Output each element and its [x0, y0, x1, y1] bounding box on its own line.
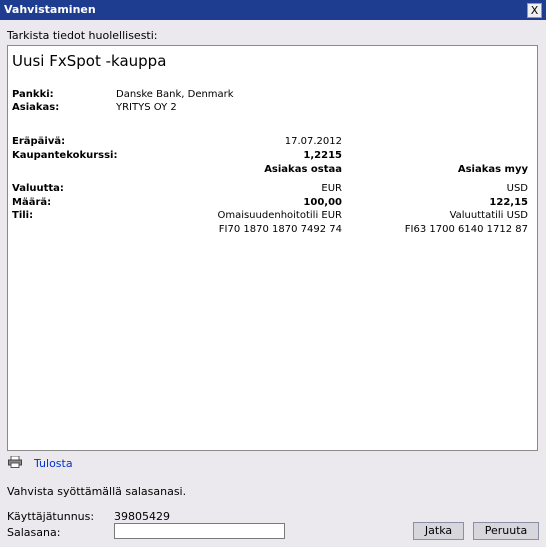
bank-value: Danske Bank, Denmark [116, 89, 234, 100]
buy-amount: 100,00 [303, 197, 342, 208]
sell-currency: USD [506, 183, 528, 194]
due-date-value: 17.07.2012 [284, 136, 342, 147]
buy-currency: EUR [321, 183, 342, 194]
customer-label: Asiakas: [12, 102, 60, 113]
confirm-text: Vahvista syöttämällä salasanasi. [7, 485, 187, 498]
amount-label: Määrä: [12, 197, 52, 208]
username-value: 39805429 [114, 510, 170, 523]
window-title: Vahvistaminen [4, 3, 96, 16]
account-label: Tili: [12, 210, 34, 221]
rate-value: 1,2215 [303, 150, 342, 161]
title-bar: Vahvistaminen X [0, 0, 546, 20]
close-button[interactable]: X [527, 3, 542, 18]
buy-column-header: Asiakas ostaa [264, 164, 342, 175]
buy-account-name: Omaisuudenhoitotili EUR [217, 210, 342, 221]
password-input[interactable] [114, 523, 285, 539]
cancel-button[interactable]: Peruuta [473, 522, 539, 540]
currency-label: Valuutta: [12, 183, 64, 194]
close-icon: X [530, 4, 539, 17]
trade-details-panel: Uusi FxSpot -kauppa Pankki: Danske Bank,… [7, 45, 538, 451]
printer-icon[interactable] [8, 456, 22, 468]
sell-account-name: Valuuttatili USD [449, 210, 528, 221]
username-label: Käyttäjätunnus: [7, 510, 95, 523]
sell-column-header: Asiakas myy [457, 164, 528, 175]
trade-heading: Uusi FxSpot -kauppa [12, 52, 167, 70]
instruction-text: Tarkista tiedot huolellisesti: [7, 29, 158, 42]
print-link[interactable]: Tulosta [34, 457, 73, 470]
customer-value: YRITYS OY 2 [116, 102, 177, 113]
password-label: Salasana: [7, 526, 61, 539]
sell-amount: 122,15 [489, 197, 528, 208]
continue-button[interactable]: Jatka [413, 522, 464, 540]
buy-account-number: FI70 1870 1870 7492 74 [218, 224, 342, 235]
bank-label: Pankki: [12, 89, 54, 100]
rate-label: Kaupantekokurssi: [12, 150, 118, 161]
due-date-label: Eräpäivä: [12, 136, 66, 147]
sell-account-number: FI63 1700 6140 1712 87 [404, 224, 528, 235]
